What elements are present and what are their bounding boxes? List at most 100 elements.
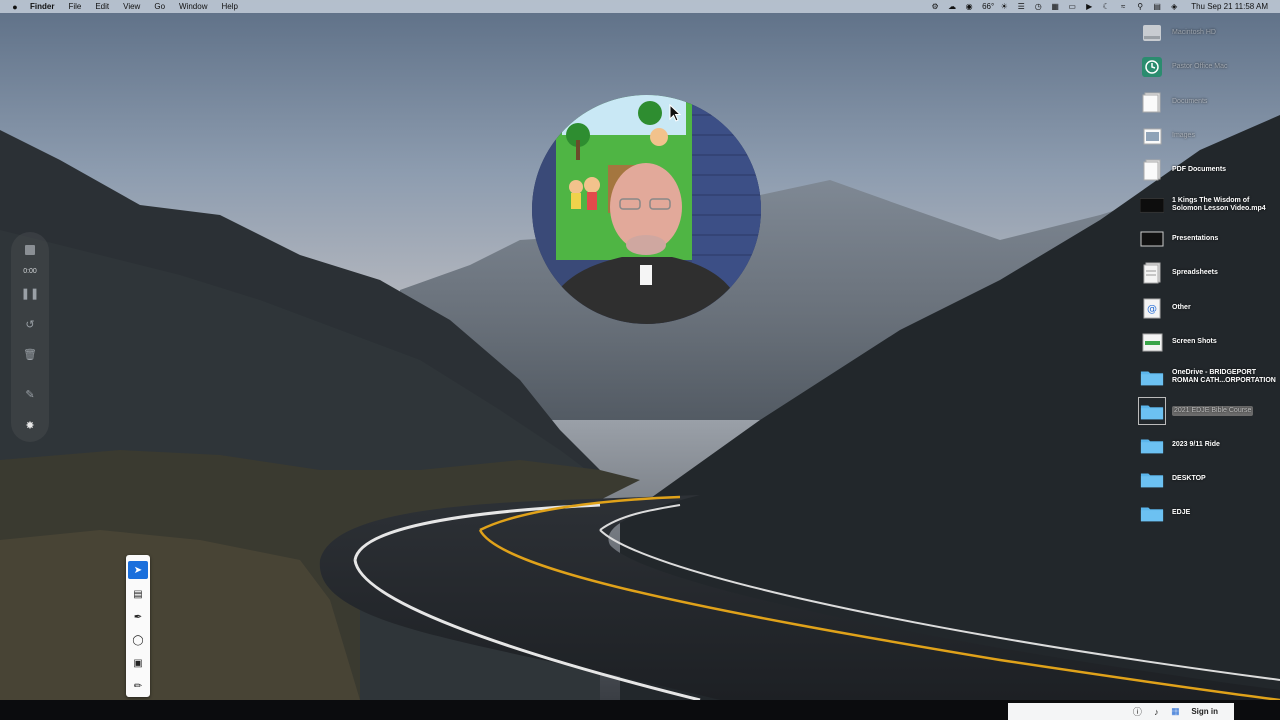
lasso-tool[interactable]: ◯ (128, 631, 148, 649)
play-status-icon[interactable]: ▶ (1082, 2, 1096, 11)
menubar-clock[interactable]: Thu Sep 21 11:58 AM (1191, 2, 1268, 11)
speech-bubble-icon: ▤ (133, 588, 143, 600)
desktop-icon-video-file[interactable]: 1 Kings The Wisdom of Solomon Lesson Vid… (1140, 191, 1280, 219)
desktop-icon-label: Macintosh HD (1172, 29, 1216, 36)
desktop-icon-label: OneDrive - BRIDGEPORT ROMAN CATH...ORPOR… (1172, 369, 1276, 384)
stop-icon (25, 245, 35, 255)
comment-tool[interactable]: ▤ (128, 585, 148, 603)
highlighter-icon: ✏ (133, 680, 143, 692)
calendar-status-icon[interactable]: ▦ (1048, 2, 1062, 11)
desktop-icon-label: DESKTOP (1172, 475, 1206, 482)
annotation-palette: ➤ ▤ ✒ ◯ ▣ ✏ (126, 555, 150, 697)
text-tool[interactable]: ▣ (128, 654, 148, 672)
desktop-icon-spreadsheets[interactable]: Spreadsheets (1140, 259, 1280, 287)
record-status-icon[interactable]: ◉ (962, 2, 976, 11)
cloud-status-icon[interactable]: ☁ (945, 2, 959, 11)
draw-button[interactable]: ✎ (11, 382, 49, 406)
notification-bell-icon[interactable]: ♪ (1149, 707, 1163, 717)
menu-edit[interactable]: Edit (95, 2, 109, 11)
siri-icon[interactable]: ◈ (1167, 2, 1181, 11)
menu-help[interactable]: Help (221, 2, 237, 11)
desktop-icon-documents[interactable]: Documents (1140, 88, 1280, 116)
mouse-cursor-icon (669, 104, 681, 122)
desktop-icon-screen-shots[interactable]: Screen Shots (1140, 328, 1280, 356)
control-strip-icon[interactable]: ☰ (1014, 2, 1028, 11)
desktop-icon-presentations[interactable]: Presentations (1140, 225, 1280, 253)
desktop-folder-edje[interactable]: EDJE (1140, 499, 1280, 527)
folder-icon (1140, 365, 1164, 389)
desktop-icon-label: Presentations (1172, 235, 1219, 242)
screenshot-stack-icon (1140, 330, 1164, 354)
apple-menu-icon[interactable]: ● (10, 2, 20, 12)
folder-icon (1138, 397, 1166, 425)
recording-toolbar: 0:00 ❚❚ ↺ 🗑 ✎ ✸ (11, 232, 49, 442)
hard-drive-icon (1140, 21, 1164, 45)
video-file-icon (1140, 193, 1164, 217)
desktop-icon-label: Screen Shots (1172, 338, 1217, 345)
menu-app-finder[interactable]: Finder (30, 2, 54, 11)
search-icon[interactable]: ⚲ (1133, 2, 1147, 11)
desktop-icon-label: Spreadsheets (1172, 269, 1218, 276)
stop-recording-button[interactable] (11, 238, 49, 262)
spreadsheet-stack-icon (1140, 261, 1164, 285)
folder-icon (1140, 467, 1164, 491)
cursor-arrow-icon: ➤ (133, 564, 143, 576)
gear-status-icon[interactable]: ⚙ (928, 2, 942, 11)
weather-temp[interactable]: 66° (982, 2, 994, 11)
time-machine-icon (1140, 55, 1164, 79)
menu-go[interactable]: Go (154, 2, 165, 11)
desktop-icon-label: Images (1172, 132, 1195, 139)
signin-button[interactable]: Sign in (1191, 707, 1218, 716)
desktop-icon-pastor-office-mac[interactable]: Pastor Office Mac (1140, 53, 1280, 81)
restart-icon: ↺ (25, 318, 35, 331)
wifi-icon[interactable]: ≈ (1116, 2, 1130, 11)
effects-button[interactable]: ✸ (11, 413, 49, 437)
pause-recording-button[interactable]: ❚❚ (11, 281, 49, 305)
help-icon[interactable]: ⓘ (1130, 705, 1144, 718)
desktop-folder-desktop[interactable]: DESKTOP (1140, 465, 1280, 493)
status-area: ⚙ ☁ ◉ 66° ☀ ☰ ◷ ▦ ▭ ▶ ☾ ≈ ⚲ ▤ ◈ Thu Sep … (925, 0, 1280, 13)
desktop-icon-label: 1 Kings The Wisdom of Solomon Lesson Vid… (1172, 197, 1266, 212)
svg-text:@: @ (1147, 304, 1157, 315)
webcam-bubble[interactable] (532, 95, 761, 324)
desktop-icon-pdf-documents[interactable]: PDF Documents (1140, 156, 1280, 184)
desktop-icon-label: PDF Documents (1172, 166, 1227, 173)
desktop-icon-images[interactable]: Images (1140, 122, 1280, 150)
lasso-icon: ◯ (132, 634, 144, 646)
pen-icon: ✒ (133, 611, 143, 623)
desktop-folder-2021-edje-bible-course[interactable]: 2021 EDJE Bible Course (1138, 397, 1280, 425)
other-stack-icon: @ (1140, 296, 1164, 320)
sun-icon: ☀ (1000, 2, 1008, 11)
menu-window[interactable]: Window (179, 2, 207, 11)
control-center-icon[interactable]: ▤ (1150, 2, 1164, 11)
pointer-tool[interactable]: ➤ (128, 561, 148, 579)
menu-file[interactable]: File (68, 2, 81, 11)
restart-recording-button[interactable]: ↺ (11, 312, 49, 336)
highlighter-tool[interactable]: ✏ (128, 677, 148, 695)
delete-recording-button[interactable]: 🗑 (11, 342, 49, 366)
recording-timer: 0:00 (23, 268, 37, 275)
signin-strip: ⓘ ♪ ▦ Sign in (1008, 703, 1234, 720)
apps-grid-icon[interactable]: ▦ (1168, 706, 1182, 717)
display-status-icon[interactable]: ▭ (1065, 2, 1079, 11)
time-machine-status-icon[interactable]: ◷ (1031, 2, 1045, 11)
pause-icon: ❚❚ (20, 287, 40, 300)
folder-icon (1140, 501, 1164, 525)
menu-view[interactable]: View (123, 2, 140, 11)
desktop-icon-other[interactable]: @ Other (1140, 294, 1280, 322)
folder-icon (1140, 433, 1164, 457)
desktop-icon-label: Pastor Office Mac (1172, 63, 1228, 70)
desktop-folder-2023-911-ride[interactable]: 2023 9/11 Ride (1140, 431, 1280, 459)
trash-icon: 🗑 (23, 348, 37, 361)
desktop-folder-onedrive[interactable]: OneDrive - BRIDGEPORT ROMAN CATH...ORPOR… (1140, 363, 1280, 391)
menu-bar: ● Finder File Edit View Go Window Help ⚙… (0, 0, 1280, 13)
image-stack-icon (1140, 124, 1164, 148)
desktop-icon-macintosh-hd[interactable]: Macintosh HD (1140, 19, 1280, 47)
pdf-stack-icon (1140, 158, 1164, 182)
moon-status-icon[interactable]: ☾ (1099, 2, 1113, 11)
text-box-icon: ▣ (133, 657, 143, 669)
pen-tool[interactable]: ✒ (128, 608, 148, 626)
desktop-icon-label: Other (1172, 304, 1191, 311)
desktop-icon-label: 2021 EDJE Bible Course (1172, 406, 1254, 416)
pencil-icon: ✎ (25, 388, 35, 401)
